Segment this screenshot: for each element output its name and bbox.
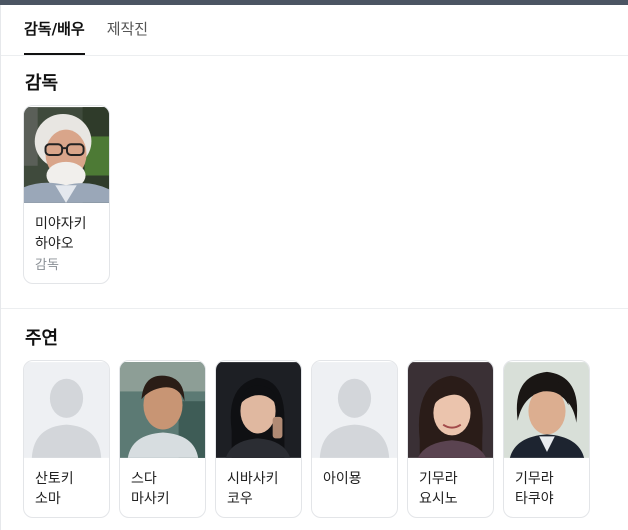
section-divider — [1, 308, 628, 309]
section-title-cast: 주연 — [25, 328, 59, 349]
person-name: 기무라 요시노 — [419, 471, 458, 507]
person-card-director[interactable]: 미야자키 하야오 감독 — [23, 105, 110, 284]
person-role: 감독 — [35, 258, 59, 273]
section-title-director: 감독 — [25, 73, 59, 94]
person-name: 미야자키 하야오 — [35, 216, 87, 252]
tab-crew[interactable]: 제작진 — [107, 19, 148, 56]
tabs-divider — [1, 55, 628, 56]
person-card-cast[interactable]: 기무라 타쿠야 — [503, 360, 590, 518]
cast-photo — [216, 362, 301, 458]
person-name: 기무라 타쿠야 — [515, 471, 554, 507]
default-profile-icon — [312, 362, 397, 458]
default-profile-icon — [24, 362, 109, 458]
person-card-cast[interactable]: 스다 마사키 — [119, 360, 206, 518]
panel: 감독/배우 제작진 감독 미야자키 하야오 감독 주연 산토키 소마 스다 마사… — [0, 5, 628, 530]
person-card-cast[interactable]: 아이묭 — [311, 360, 398, 518]
cast-photo — [120, 362, 205, 458]
person-card-cast[interactable]: 기무라 요시노 — [407, 360, 494, 518]
cast-photo — [504, 362, 589, 458]
person-card-cast[interactable]: 시바사키 코우 — [215, 360, 302, 518]
cast-photo — [408, 362, 493, 458]
person-name: 시바사키 코우 — [227, 471, 279, 507]
tab-bar: 감독/배우 제작진 — [24, 19, 148, 56]
person-name: 스다 마사키 — [131, 471, 170, 507]
director-photo — [24, 107, 109, 203]
person-name: 산토키 소마 — [35, 471, 74, 507]
tab-director-cast[interactable]: 감독/배우 — [24, 19, 85, 56]
person-name: 아이묭 — [323, 471, 362, 487]
person-card-cast[interactable]: 산토키 소마 — [23, 360, 110, 518]
